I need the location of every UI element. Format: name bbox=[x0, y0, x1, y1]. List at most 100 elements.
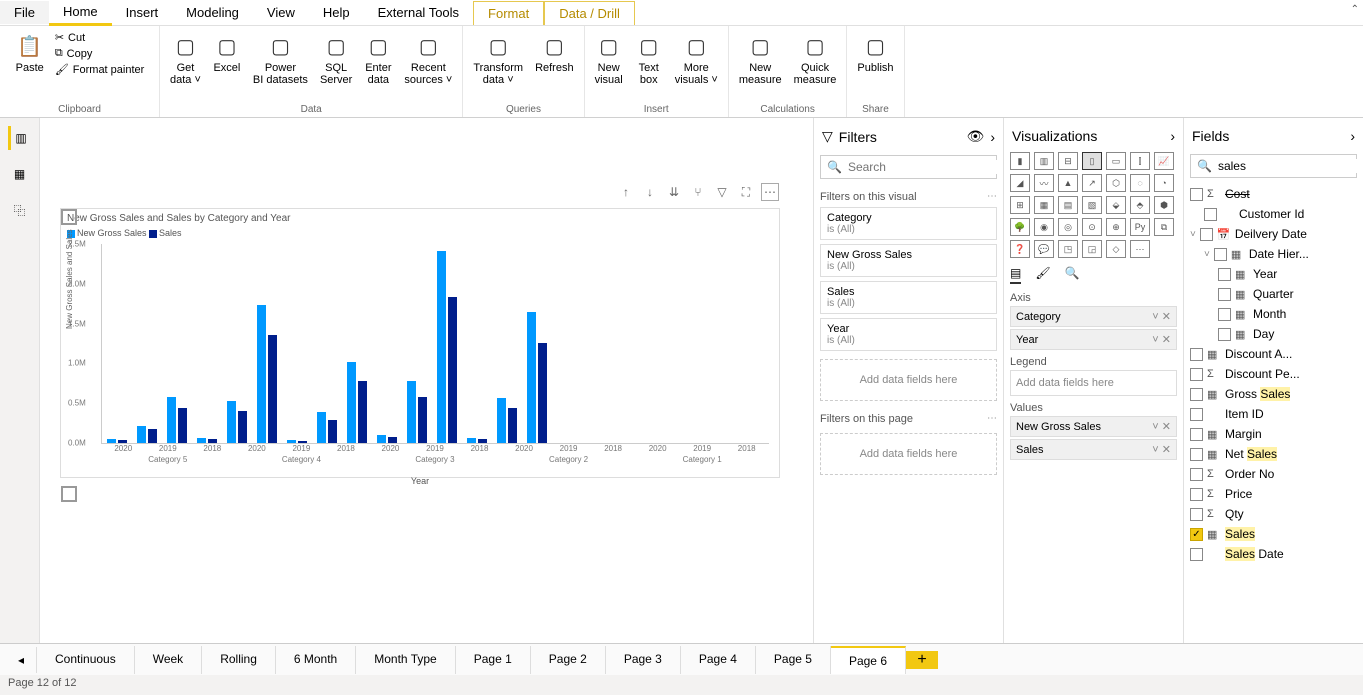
refresh-button[interactable]: ▢Refresh bbox=[531, 30, 578, 76]
page-tab[interactable]: Page 1 bbox=[456, 646, 531, 674]
fields-search-input[interactable] bbox=[1218, 159, 1363, 173]
copy-button[interactable]: ⧉ Copy bbox=[52, 46, 148, 61]
menu-data-drill[interactable]: Data / Drill bbox=[544, 1, 635, 25]
field-item[interactable]: ΣPrice bbox=[1190, 484, 1357, 504]
field-item[interactable]: ▦Quarter bbox=[1190, 284, 1357, 304]
expand-all-icon[interactable]: ⇊ bbox=[665, 183, 683, 201]
page-tab[interactable]: Page 2 bbox=[531, 646, 606, 674]
legend-well[interactable]: Add data fields here bbox=[1010, 370, 1177, 396]
field-well[interactable]: Category˅ ✕ bbox=[1010, 306, 1177, 327]
viz-type-5[interactable]: ⫿ bbox=[1130, 152, 1150, 170]
menu-external-tools[interactable]: External Tools bbox=[364, 1, 473, 24]
chevron-right-icon[interactable]: › bbox=[1170, 128, 1175, 144]
filter-card[interactable]: Yearis (All) bbox=[820, 318, 997, 351]
sql-button[interactable]: ▢SQLServer bbox=[316, 30, 356, 88]
viz-type-6[interactable]: 📈 bbox=[1154, 152, 1174, 170]
viz-type-4[interactable]: ▭ bbox=[1106, 152, 1126, 170]
scroll-left[interactable]: ◂ bbox=[0, 647, 37, 673]
viz-type-26[interactable]: Py bbox=[1130, 218, 1150, 236]
format-painter-button[interactable]: 🖌 Format painter bbox=[52, 62, 148, 77]
newv-button[interactable]: ▢Newvisual bbox=[591, 30, 627, 88]
field-item[interactable]: ΣQty bbox=[1190, 504, 1357, 524]
menu-home[interactable]: Home bbox=[49, 0, 112, 26]
viz-type-17[interactable]: ▧ bbox=[1082, 196, 1102, 214]
field-item[interactable]: Customer Id bbox=[1190, 204, 1357, 224]
field-item[interactable]: ✓▦Sales bbox=[1190, 524, 1357, 544]
field-well[interactable]: Sales˅ ✕ bbox=[1010, 439, 1177, 460]
more-icon[interactable]: ⋯ bbox=[987, 413, 997, 425]
drill-down-icon[interactable]: ↓ bbox=[641, 183, 659, 201]
viz-type-22[interactable]: ◉ bbox=[1034, 218, 1054, 236]
publish-button[interactable]: ▢Publish bbox=[853, 30, 897, 76]
field-item[interactable]: ˅▦Date Hier... bbox=[1190, 244, 1357, 264]
viz-type-32[interactable]: ◇ bbox=[1106, 240, 1126, 258]
field-item[interactable]: ▦Margin bbox=[1190, 424, 1357, 444]
viz-type-8[interactable]: 〰 bbox=[1034, 174, 1054, 192]
fields-search[interactable]: 🔍 bbox=[1190, 154, 1357, 178]
viz-type-9[interactable]: ▲ bbox=[1058, 174, 1078, 192]
field-item[interactable]: ▦Discount A... bbox=[1190, 344, 1357, 364]
viz-type-3[interactable]: ▯ bbox=[1082, 152, 1102, 170]
paste-button[interactable]: 📋 Paste bbox=[12, 30, 48, 76]
focus-icon[interactable]: ⛶ bbox=[737, 183, 755, 201]
field-item[interactable]: ▦Net Sales bbox=[1190, 444, 1357, 464]
field-item[interactable]: ▦Year bbox=[1190, 264, 1357, 284]
get-button[interactable]: ▢Getdata ˅ bbox=[166, 30, 205, 88]
field-item[interactable]: ▦Gross Sales bbox=[1190, 384, 1357, 404]
more-button[interactable]: ▢Morevisuals ˅ bbox=[671, 30, 722, 88]
field-item[interactable]: ΣCost bbox=[1190, 184, 1357, 204]
recent-button[interactable]: ▢Recentsources ˅ bbox=[400, 30, 456, 88]
add-page-button[interactable]: + bbox=[906, 651, 938, 669]
page-tab[interactable]: Rolling bbox=[202, 646, 276, 674]
field-item[interactable]: ΣOrder No bbox=[1190, 464, 1357, 484]
excel-button[interactable]: ▢Excel bbox=[209, 30, 245, 76]
analytics-tab-icon[interactable]: 🔍 bbox=[1065, 266, 1080, 284]
page-tab[interactable]: Week bbox=[135, 646, 202, 674]
viz-type-28[interactable]: ❓ bbox=[1010, 240, 1030, 258]
viz-type-15[interactable]: ▦ bbox=[1034, 196, 1054, 214]
filter-card[interactable]: Salesis (All) bbox=[820, 281, 997, 314]
field-item[interactable]: ΣDiscount Pe... bbox=[1190, 364, 1357, 384]
menu-help[interactable]: Help bbox=[309, 1, 364, 24]
page-tab[interactable]: Page 4 bbox=[681, 646, 756, 674]
fields-tab-icon[interactable]: ▤ bbox=[1010, 266, 1021, 284]
viz-type-18[interactable]: ⬙ bbox=[1106, 196, 1126, 214]
filters-search-input[interactable] bbox=[848, 160, 1003, 174]
filter-card[interactable]: Categoryis (All) bbox=[820, 207, 997, 240]
more-icon[interactable]: ⋯ bbox=[761, 183, 779, 201]
menu-file[interactable]: File bbox=[0, 1, 49, 24]
quick-button[interactable]: ▢Quickmeasure bbox=[790, 30, 841, 88]
menu-insert[interactable]: Insert bbox=[112, 1, 173, 24]
viz-type-24[interactable]: ⊙ bbox=[1082, 218, 1102, 236]
enter-button[interactable]: ▢Enterdata bbox=[360, 30, 396, 88]
viz-type-12[interactable]: ◌ bbox=[1130, 174, 1150, 192]
page-tab[interactable]: Page 6 bbox=[831, 646, 906, 674]
model-view-icon[interactable]: ⿻ bbox=[8, 198, 32, 222]
filter-page-dropzone[interactable]: Add data fields here bbox=[820, 433, 997, 475]
viz-type-30[interactable]: ◳ bbox=[1058, 240, 1078, 258]
format-tab-icon[interactable]: 🖌 bbox=[1035, 266, 1050, 284]
report-canvas[interactable]: ↑ ↓ ⇊ ⑂ ▽ ⛶ ⋯ New Gross Sales and Sales … bbox=[40, 118, 813, 659]
viz-type-10[interactable]: ↗ bbox=[1082, 174, 1102, 192]
viz-type-20[interactable]: ⬢ bbox=[1154, 196, 1174, 214]
viz-type-11[interactable]: ⬡ bbox=[1106, 174, 1126, 192]
page-tab[interactable]: 6 Month bbox=[276, 646, 356, 674]
text-button[interactable]: ▢Textbox bbox=[631, 30, 667, 88]
menu-modeling[interactable]: Modeling bbox=[172, 1, 253, 24]
field-item[interactable]: Item ID bbox=[1190, 404, 1357, 424]
pbi-button[interactable]: ▢PowerBI datasets bbox=[249, 30, 312, 88]
viz-type-21[interactable]: 🌳 bbox=[1010, 218, 1030, 236]
page-tab[interactable]: Page 5 bbox=[756, 646, 831, 674]
field-well[interactable]: New Gross Sales˅ ✕ bbox=[1010, 416, 1177, 437]
more-icon[interactable]: ⋯ bbox=[987, 191, 997, 203]
viz-type-33[interactable]: ⋯ bbox=[1130, 240, 1150, 258]
cut-button[interactable]: ✂ Cut bbox=[52, 30, 148, 45]
drill-up-icon[interactable]: ↑ bbox=[617, 183, 635, 201]
field-item[interactable]: ▦Day bbox=[1190, 324, 1357, 344]
field-well[interactable]: Year˅ ✕ bbox=[1010, 329, 1177, 350]
field-item[interactable]: ˅📅Deilvery Date bbox=[1190, 224, 1357, 244]
chevron-right-icon[interactable]: › bbox=[990, 129, 995, 145]
filter-dropzone[interactable]: Add data fields here bbox=[820, 359, 997, 401]
viz-type-13[interactable]: ◔ bbox=[1154, 174, 1174, 192]
field-item[interactable]: ▦Month bbox=[1190, 304, 1357, 324]
